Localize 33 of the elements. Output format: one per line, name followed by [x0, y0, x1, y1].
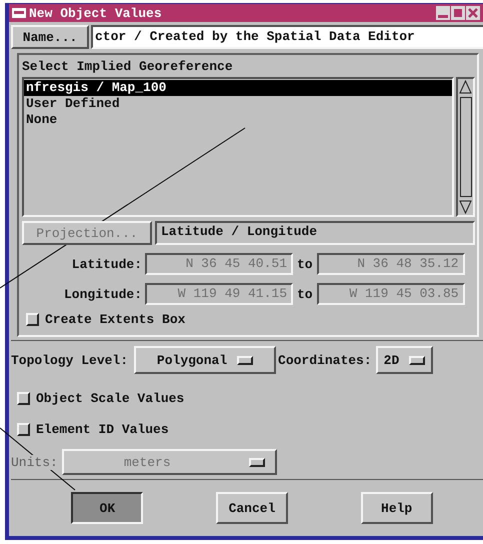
field-label: Longitude:	[62, 286, 142, 302]
name-button[interactable]: Name...	[11, 25, 89, 49]
panel-title: Select Implied Georeference	[22, 59, 234, 75]
name-field[interactable]: ctor / Created by the Spatial Data Editor	[91, 25, 483, 49]
checkbox[interactable]	[17, 423, 30, 436]
list-item[interactable]: nfresgis / Map_100	[24, 80, 452, 96]
scroll-down-icon[interactable]	[459, 199, 472, 215]
scroll-up-icon[interactable]	[459, 79, 472, 95]
scrollbar[interactable]	[456, 77, 475, 217]
checkbox[interactable]	[17, 392, 30, 405]
coordinates-dropdown[interactable]: 2D	[376, 346, 434, 374]
field-label: Units:	[11, 454, 58, 470]
list-item[interactable]: User Defined	[24, 96, 452, 112]
close-button[interactable]	[466, 6, 480, 20]
window-title: New Object Values	[29, 6, 163, 20]
field-label: Topology Level:	[11, 352, 128, 368]
checkbox-label: Object Scale Values	[36, 391, 184, 406]
field-label: Latitude:	[70, 256, 142, 272]
dialog-button[interactable]: Cancel	[216, 492, 288, 524]
field-label: Coordinates:	[278, 352, 372, 368]
list-item[interactable]: None	[24, 112, 452, 128]
window-menu-icon[interactable]	[12, 8, 26, 18]
to-label: to	[297, 256, 313, 272]
checkbox[interactable]	[26, 313, 39, 326]
topology-dropdown[interactable]: Polygonal	[134, 346, 276, 374]
checkbox-label: Create Extents Box	[45, 312, 186, 327]
dialog-button[interactable]: OK	[71, 492, 144, 524]
dialog-button[interactable]: Help	[360, 492, 433, 524]
maximize-button[interactable]	[451, 6, 465, 20]
checkbox-label: Element ID Values	[36, 422, 169, 437]
to-label: to	[297, 286, 313, 302]
minimize-button[interactable]	[436, 6, 450, 20]
projection-field: Latitude / Longitude	[155, 221, 475, 245]
